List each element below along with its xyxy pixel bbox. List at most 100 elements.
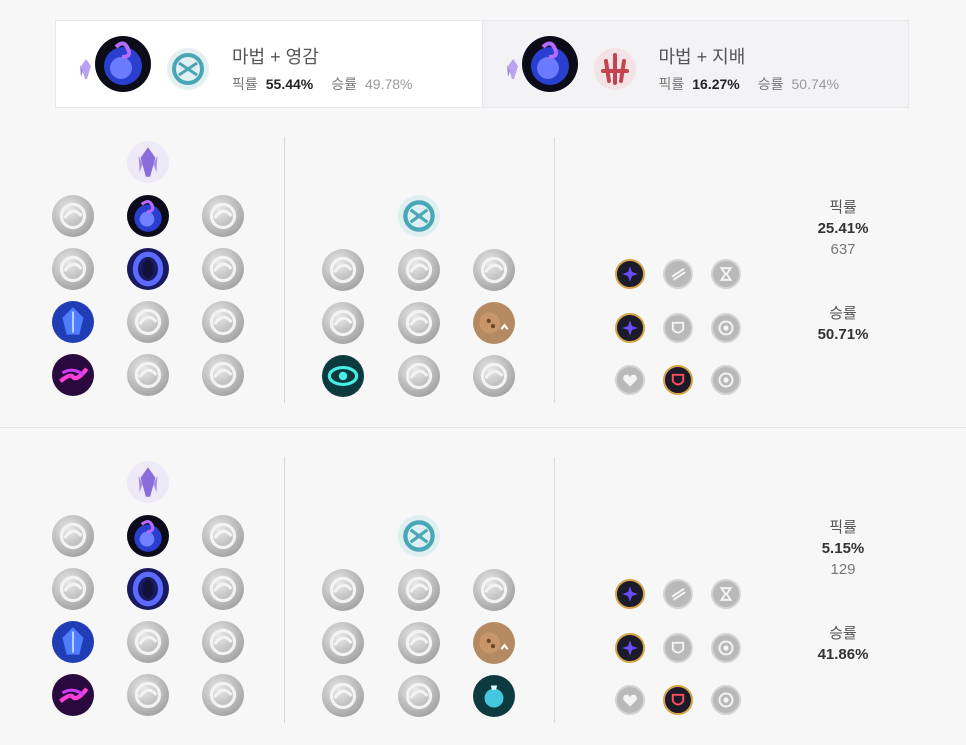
magic-resist-shard-icon[interactable] [711, 633, 741, 663]
arcane-comet-rune-icon[interactable] [127, 195, 169, 237]
build-stats: 픽률 5.15% 129 [783, 516, 903, 578]
column-separator [284, 137, 285, 403]
inspiration-tree-icon [398, 515, 440, 557]
tab-sorcery-domination[interactable]: 마법 + 지배 픽률 16.27% 승률 50.74% [481, 21, 908, 107]
minion-dematerializer-rune-icon[interactable] [398, 302, 440, 344]
scorch-rune-icon[interactable] [52, 674, 94, 716]
attack-speed-shard-icon[interactable] [663, 579, 693, 609]
waterwalking-rune-icon[interactable] [127, 354, 169, 396]
gathering-storm-rune-icon[interactable] [202, 674, 244, 716]
transcendence-rune-icon[interactable] [52, 621, 94, 663]
health-shard-icon[interactable] [615, 685, 645, 715]
games-count: 637 [830, 241, 856, 258]
games-count: 129 [830, 561, 856, 578]
armor-shard-icon[interactable] [663, 633, 693, 663]
armor-shard-icon[interactable] [663, 365, 693, 395]
manaflow-band-rune-icon[interactable] [127, 568, 169, 610]
tab-sorcery-inspiration[interactable]: 마법 + 영감 픽률 55.44% 승률 49.78% [56, 21, 482, 107]
gathering-storm-rune-icon[interactable] [202, 354, 244, 396]
arcane-comet-icon [521, 35, 579, 93]
win-rate-label: 승률 [757, 76, 784, 92]
future-market-rune-icon[interactable] [322, 622, 364, 664]
hextech-flashtraption-rune-icon[interactable] [322, 569, 364, 611]
pick-rate-label: 픽률 [829, 199, 857, 216]
time-warp-tonic-rune-icon[interactable] [473, 355, 515, 397]
build-stats: 픽률 25.41% 637 [783, 196, 903, 258]
magic-resist-shard-icon[interactable] [711, 313, 741, 343]
arcane-comet-icon [94, 35, 152, 93]
pick-rate-value: 25.41% [817, 220, 869, 237]
column-separator [284, 457, 285, 723]
domination-tree-icon [593, 47, 637, 91]
inspiration-tree-icon [398, 195, 440, 237]
nimbus-cloak-rune-icon[interactable] [202, 568, 244, 610]
attack-speed-shard-icon[interactable] [663, 259, 693, 289]
nullifying-orb-rune-icon[interactable] [52, 248, 94, 290]
rune-build: 픽률 25.41% 637 승률 50.71% [0, 120, 966, 410]
health-shard-icon[interactable] [615, 365, 645, 395]
manaflow-band-rune-icon[interactable] [127, 248, 169, 290]
biscuit-delivery-rune-icon[interactable] [473, 302, 515, 344]
nimbus-cloak-rune-icon[interactable] [202, 248, 244, 290]
armor-shard-icon[interactable] [663, 685, 693, 715]
future-market-rune-icon[interactable] [322, 302, 364, 344]
win-rate-label: 승률 [331, 76, 358, 92]
absolute-focus-rune-icon[interactable] [202, 621, 244, 663]
adaptive-force-shard-icon[interactable] [615, 633, 645, 663]
phase-rush-rune-icon[interactable] [202, 195, 244, 237]
absolute-focus-rune-icon[interactable] [202, 301, 244, 343]
column-separator [554, 457, 555, 723]
adaptive-force-shard-icon[interactable] [615, 579, 645, 609]
pick-rate-value: 5.15% [821, 540, 865, 557]
win-rate-label: 승률 [829, 305, 857, 322]
time-warp-tonic-rune-icon[interactable] [473, 675, 515, 717]
win-rate-value: 41.86% [817, 646, 869, 663]
pick-rate-value: 16.27% [692, 76, 740, 92]
hextech-flashtraption-rune-icon[interactable] [322, 249, 364, 291]
biscuit-delivery-rune-icon[interactable] [473, 622, 515, 664]
rune-build: 픽률 5.15% 129 승률 41.86% [0, 440, 966, 730]
celerity-rune-icon[interactable] [127, 621, 169, 663]
pick-rate-label: 픽률 [829, 519, 857, 536]
pick-rate-label: 픽률 [232, 76, 258, 92]
column-separator [554, 137, 555, 403]
magical-footwear-rune-icon[interactable] [398, 249, 440, 291]
summon-aery-rune-icon[interactable] [52, 195, 94, 237]
tab-stats: 픽률 55.44% 승률 49.78% [232, 74, 413, 94]
minion-dematerializer-rune-icon[interactable] [398, 622, 440, 664]
sorcery-tree-icon [127, 461, 169, 503]
magic-resist-shard-icon[interactable] [711, 685, 741, 715]
tab-title: 마법 + 지배 [658, 47, 746, 67]
pick-rate-value: 55.44% [265, 76, 314, 92]
nullifying-orb-rune-icon[interactable] [52, 568, 94, 610]
approach-velocity-rune-icon[interactable] [398, 675, 440, 717]
build-stats: 승률 41.86% [783, 622, 903, 663]
ability-haste-shard-icon[interactable] [711, 579, 741, 609]
win-rate-label: 승률 [829, 625, 857, 642]
scorch-rune-icon[interactable] [52, 354, 94, 396]
magic-resist-shard-icon[interactable] [711, 365, 741, 395]
win-rate-value: 49.78% [365, 76, 413, 92]
perfect-timing-rune-icon[interactable] [473, 569, 515, 611]
arcane-comet-rune-icon[interactable] [127, 515, 169, 557]
approach-velocity-rune-icon[interactable] [398, 355, 440, 397]
adaptive-force-shard-icon[interactable] [615, 259, 645, 289]
magical-footwear-rune-icon[interactable] [398, 569, 440, 611]
inspiration-tree-icon [166, 47, 210, 91]
perfect-timing-rune-icon[interactable] [473, 249, 515, 291]
cosmic-insight-rune-icon[interactable] [322, 355, 364, 397]
build-stats: 승률 50.71% [783, 302, 903, 343]
phase-rush-rune-icon[interactable] [202, 515, 244, 557]
sorcery-tree-icon [127, 141, 169, 183]
ability-haste-shard-icon[interactable] [711, 259, 741, 289]
waterwalking-rune-icon[interactable] [127, 674, 169, 716]
summon-aery-rune-icon[interactable] [52, 515, 94, 557]
adaptive-force-shard-icon[interactable] [615, 313, 645, 343]
armor-shard-icon[interactable] [663, 313, 693, 343]
celerity-rune-icon[interactable] [127, 301, 169, 343]
transcendence-rune-icon[interactable] [52, 301, 94, 343]
tab-stats: 픽률 16.27% 승률 50.74% [659, 74, 840, 94]
cosmic-insight-rune-icon[interactable] [322, 675, 364, 717]
rune-page-tabs: 마법 + 영감 픽률 55.44% 승률 49.78% 마법 + 지배 픽률 16.27… [55, 20, 909, 108]
build-divider [0, 427, 966, 428]
